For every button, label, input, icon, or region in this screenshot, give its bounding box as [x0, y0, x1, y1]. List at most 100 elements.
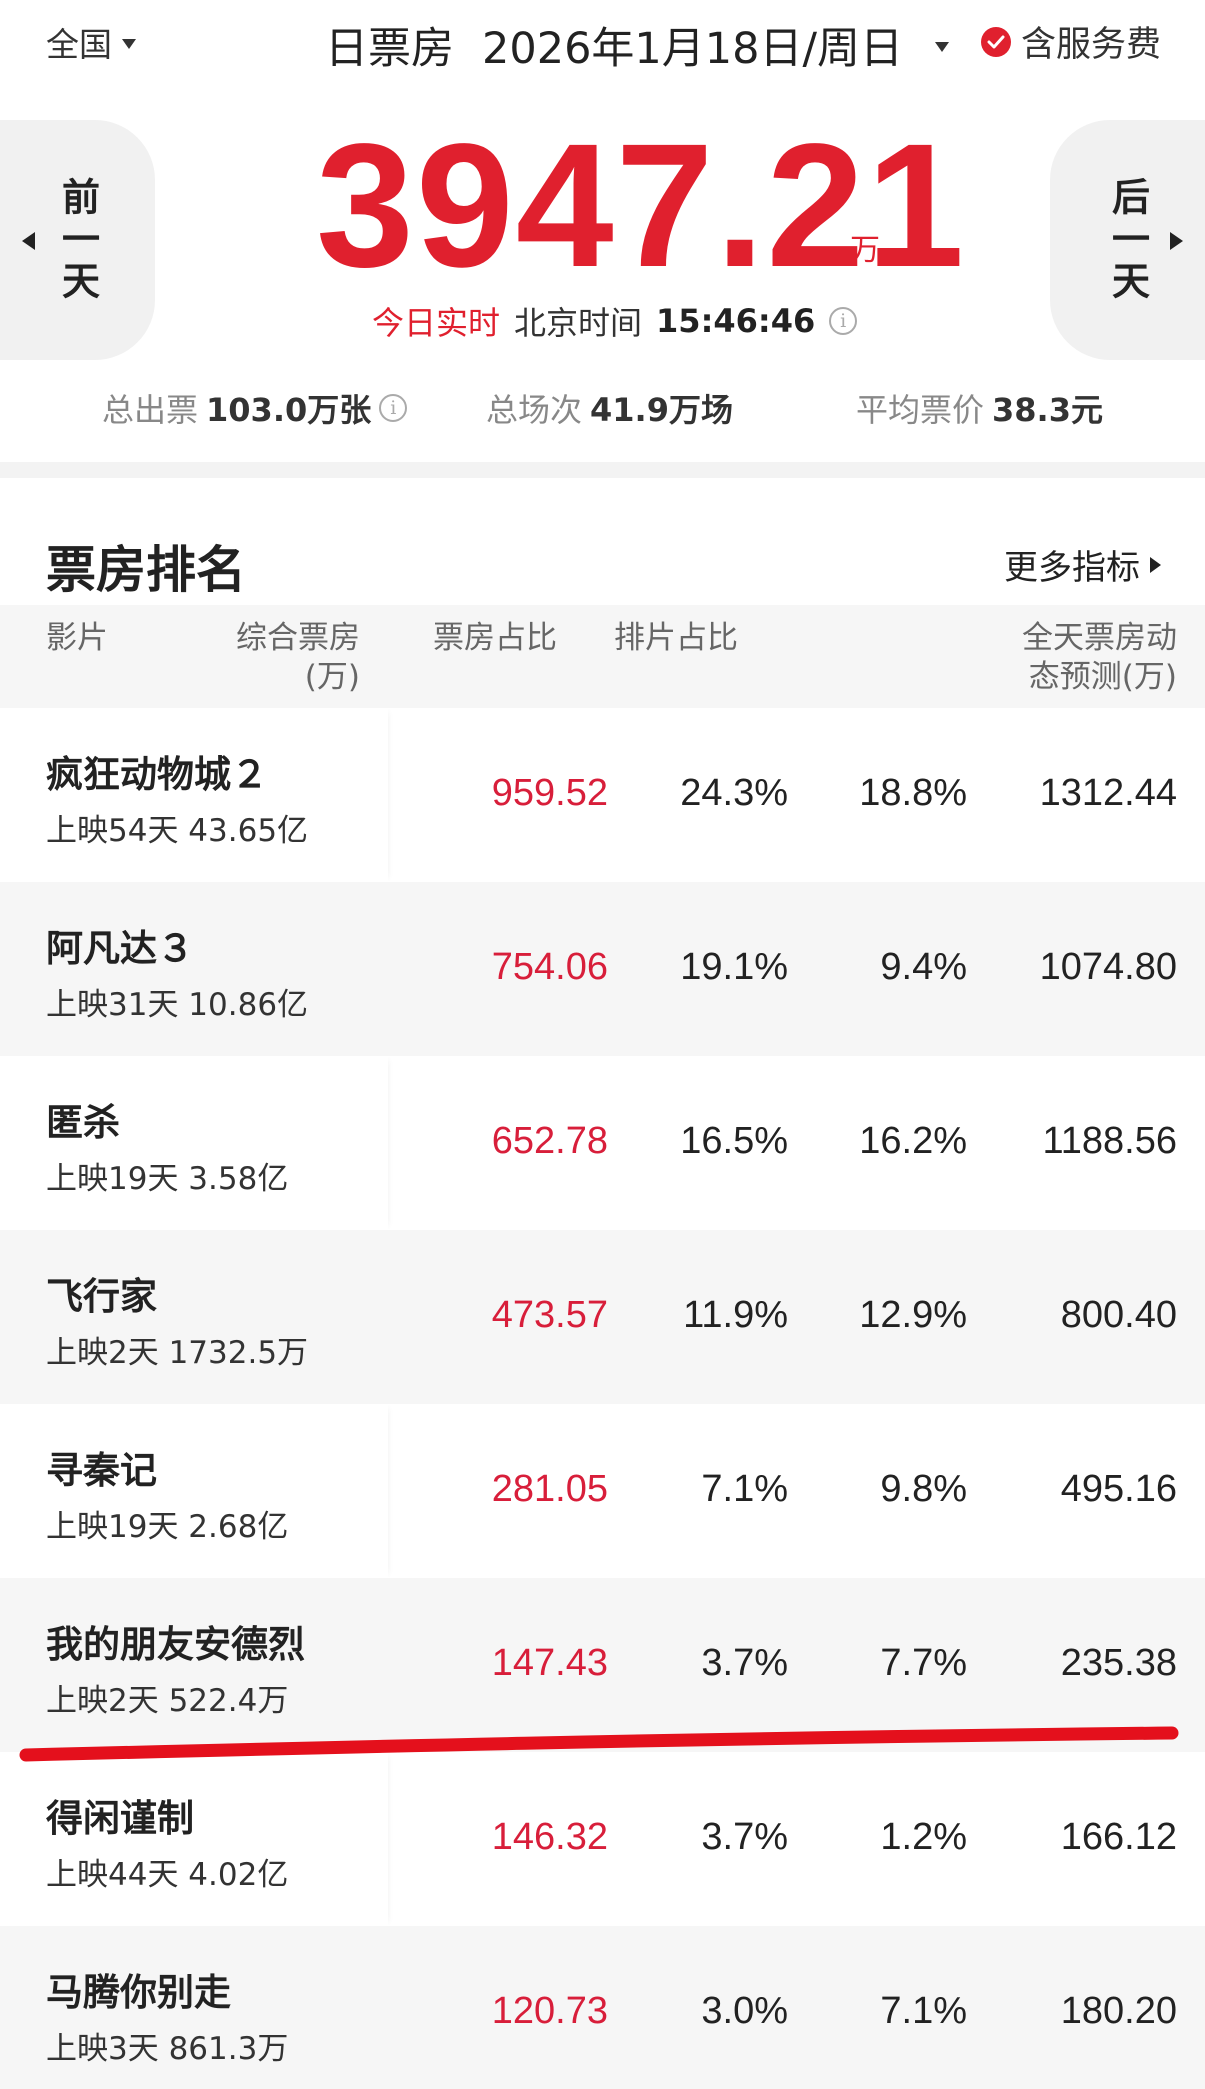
top-bar: 全国 日票房 2026年1月18日/周日 含服务费 [0, 0, 1205, 90]
film-name: 我的朋友安德烈 [46, 1623, 305, 1666]
next-day-label: 后一天 [1105, 177, 1150, 303]
arrow-left-icon [22, 232, 35, 250]
col-show-share[interactable]: 排片占比 [614, 619, 738, 658]
more-metrics-button[interactable]: 更多指标 [1004, 540, 1161, 589]
film-cell: 我的朋友安德烈 上映2天 522.4万 [0, 1578, 388, 1752]
table-row[interactable]: 马腾你别走 上映3天 861.3万 120.73 3.0% 7.1% 180.2… [0, 1926, 1205, 2089]
box-share-value: 3.7% [701, 1642, 788, 1684]
film-name: 疯狂动物城２ [46, 753, 268, 796]
show-share-value: 9.8% [880, 1468, 967, 1510]
region-label: 全国 [46, 25, 112, 64]
box-office-value: 652.78 [491, 1120, 608, 1162]
film-cell: 马腾你别走 上映3天 861.3万 [0, 1926, 388, 2089]
show-share-value: 16.2% [859, 1120, 967, 1162]
stat-avg-value: 38.3元 [992, 391, 1103, 429]
film-cell: 得闲谨制 上映44天 4.02亿 [0, 1752, 388, 1926]
box-share-value: 3.0% [701, 1990, 788, 2032]
table-row[interactable]: 我的朋友安德烈 上映2天 522.4万 147.43 3.7% 7.7% 235… [0, 1578, 1205, 1752]
stat-avg-price: 平均票价 38.3元 [856, 385, 1103, 431]
show-share-value: 7.1% [880, 1990, 967, 2032]
box-office-value: 146.32 [491, 1816, 608, 1858]
box-office-value: 959.52 [491, 772, 608, 814]
show-share-value: 18.8% [859, 772, 967, 814]
stat-tickets-label: 总出票 [102, 391, 199, 429]
table-row[interactable]: 匿杀 上映19天 3.58亿 652.78 16.5% 16.2% 1188.5… [0, 1056, 1205, 1230]
clock-time: 15:46:46 [656, 302, 816, 340]
show-share-value: 12.9% [859, 1294, 967, 1336]
stat-shows-label: 总场次 [486, 391, 583, 429]
film-release-info: 上映19天 2.68亿 [46, 1509, 289, 1545]
date-selector[interactable]: 日票房 2026年1月18日/周日 [325, 14, 949, 76]
box-share-value: 7.1% [701, 1468, 788, 1510]
show-share-value: 7.7% [880, 1642, 967, 1684]
box-office-value: 147.43 [491, 1642, 608, 1684]
film-cell: 匿杀 上映19天 3.58亿 [0, 1056, 388, 1230]
table-body: 疯狂动物城２ 上映54天 43.65亿 959.52 24.3% 18.8% 1… [0, 708, 1205, 2089]
col-box-office[interactable]: 综合票房 (万) [236, 619, 360, 697]
box-share-value: 3.7% [701, 1816, 788, 1858]
show-share-value: 1.2% [880, 1816, 967, 1858]
forecast-value: 1074.80 [1039, 946, 1177, 988]
film-release-info: 上映2天 522.4万 [46, 1683, 289, 1719]
forecast-value: 800.40 [1060, 1294, 1177, 1336]
forecast-value: 166.12 [1060, 1816, 1177, 1858]
film-cell: 飞行家 上映2天 1732.5万 [0, 1230, 388, 1404]
date-label: 2026年1月18日/周日 [482, 24, 903, 74]
next-day-button[interactable]: 后一天 [1050, 120, 1205, 360]
box-office-value: 473.57 [491, 1294, 608, 1336]
film-name: 阿凡达３ [46, 927, 194, 970]
service-fee-toggle[interactable]: 含服务费 [980, 16, 1161, 67]
col-box-share[interactable]: 票房占比 [433, 619, 557, 658]
film-release-info: 上映31天 10.86亿 [46, 987, 309, 1023]
forecast-value: 180.20 [1060, 1990, 1177, 2032]
stat-avg-label: 平均票价 [856, 391, 985, 429]
prev-day-label: 前一天 [55, 177, 100, 303]
film-release-info: 上映3天 861.3万 [46, 2031, 289, 2067]
page-title: 日票房 [325, 24, 454, 74]
film-name: 飞行家 [46, 1275, 157, 1318]
chevron-down-icon [935, 42, 949, 52]
table-row[interactable]: 阿凡达３ 上映31天 10.86亿 754.06 19.1% 9.4% 1074… [0, 882, 1205, 1056]
beijing-time-label: 北京时间 [514, 304, 643, 342]
section-divider [0, 462, 1205, 478]
summary-stats: 总出票 103.0万张 i 总场次 41.9万场 平均票价 38.3元 [0, 385, 1205, 435]
show-share-value: 9.4% [880, 946, 967, 988]
more-metrics-label: 更多指标 [1004, 548, 1140, 588]
forecast-value: 235.38 [1060, 1642, 1177, 1684]
box-share-value: 16.5% [680, 1120, 788, 1162]
stat-tickets-value: 103.0万张 [206, 391, 372, 429]
box-office-table: 影片 综合票房 (万) 票房占比 排片占比 全天票房动 态预测(万) 疯狂动物城… [0, 605, 1205, 2089]
film-name: 寻秦记 [46, 1449, 157, 1492]
col-film: 影片 [46, 620, 108, 656]
service-fee-label: 含服务费 [1020, 25, 1161, 65]
table-row[interactable]: 寻秦记 上映19天 2.68亿 281.05 7.1% 9.8% 495.16 [0, 1404, 1205, 1578]
info-icon[interactable]: i [379, 394, 408, 422]
table-row[interactable]: 飞行家 上映2天 1732.5万 473.57 11.9% 12.9% 800.… [0, 1230, 1205, 1404]
stat-shows-value: 41.9万场 [590, 391, 733, 429]
film-release-info: 上映19天 3.58亿 [46, 1161, 289, 1197]
info-icon[interactable]: i [829, 307, 858, 335]
box-share-value: 11.9% [683, 1294, 788, 1336]
film-cell: 寻秦记 上映19天 2.68亿 [0, 1404, 388, 1578]
region-selector[interactable]: 全国 [46, 18, 136, 66]
prev-day-button[interactable]: 前一天 [0, 120, 155, 360]
box-share-value: 19.1% [680, 946, 788, 988]
realtime-line: 今日实时 北京时间 15:46:46 i [372, 298, 858, 344]
box-share-value: 24.3% [680, 772, 788, 814]
film-name: 马腾你别走 [46, 1971, 231, 2014]
table-row[interactable]: 得闲谨制 上映44天 4.02亿 146.32 3.7% 1.2% 166.12 [0, 1752, 1205, 1926]
stat-shows: 总场次 41.9万场 [486, 385, 733, 431]
table-row[interactable]: 疯狂动物城２ 上映54天 43.65亿 959.52 24.3% 18.8% 1… [0, 708, 1205, 882]
section-title: 票房排名 [46, 541, 246, 599]
film-name: 得闲谨制 [46, 1797, 194, 1840]
film-release-info: 上映44天 4.02亿 [46, 1857, 289, 1893]
box-office-value: 281.05 [491, 1468, 608, 1510]
chevron-right-icon [1150, 556, 1161, 573]
box-office-value: 754.06 [491, 946, 608, 988]
col-forecast[interactable]: 全天票房动 态预测(万) [1022, 619, 1177, 697]
check-circle-icon [980, 26, 1011, 57]
film-release-info: 上映54天 43.65亿 [46, 813, 309, 849]
total-unit: 万 [850, 233, 880, 268]
forecast-value: 495.16 [1060, 1468, 1177, 1510]
chevron-down-icon [122, 39, 136, 49]
